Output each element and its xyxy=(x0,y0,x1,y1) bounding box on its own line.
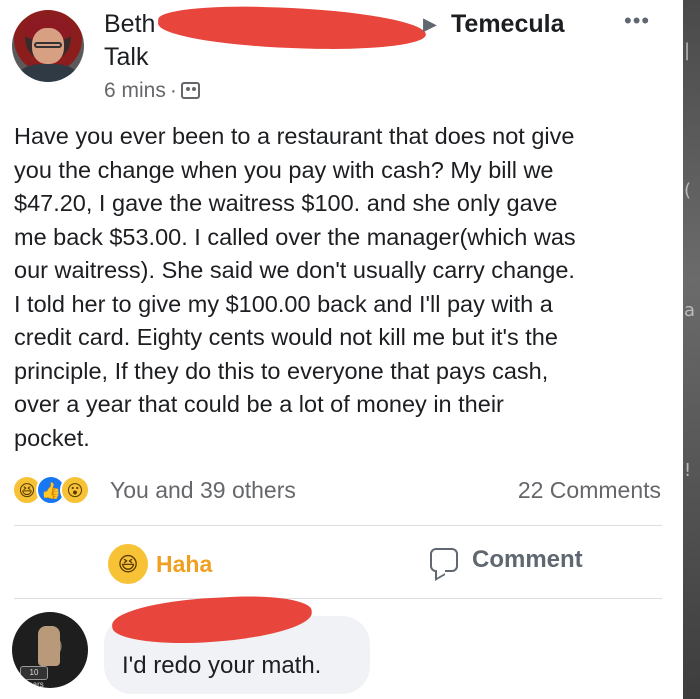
author-name-continued[interactable]: Talk xyxy=(104,43,148,72)
group-location-link[interactable]: Temecula xyxy=(451,10,564,39)
post-body-line: you the change when you pay with cash? M… xyxy=(14,156,554,183)
background-edge: | ( a ! xyxy=(683,0,700,699)
post-body-line: $47.20, I gave the waitress $100. and sh… xyxy=(14,190,558,216)
post-body-line: pocket. xyxy=(14,424,90,451)
commenter-avatar[interactable]: 10 years xyxy=(12,612,88,688)
post-body-line: our waitress). She said we don't usually… xyxy=(14,257,575,283)
comment-icon xyxy=(430,548,458,572)
haha-button-label: Haha xyxy=(156,550,213,577)
reaction-icons[interactable]: 😆 👍 😮 xyxy=(12,475,90,505)
post-body: Have you ever been to a restaurant that … xyxy=(14,120,674,455)
meta-separator: · xyxy=(169,79,177,102)
edge-glyph: | xyxy=(684,40,691,61)
avatar-hand xyxy=(38,626,60,666)
redaction-mark xyxy=(157,3,427,53)
post-timestamp[interactable]: 6 mins xyxy=(104,79,166,102)
post-body-line: Have you ever been to a restaurant that … xyxy=(14,123,575,149)
avatar-badge: 10 years xyxy=(20,666,48,688)
arrow-right-icon: ▶ xyxy=(423,14,437,34)
divider xyxy=(14,598,662,599)
avatar-shirt xyxy=(18,64,78,82)
haha-icon: 😆 xyxy=(108,544,148,584)
comment-text: I'd redo your math. xyxy=(122,652,322,679)
author-avatar[interactable] xyxy=(12,10,84,82)
edge-glyph: a xyxy=(684,300,696,321)
divider xyxy=(14,525,662,526)
post-body-line: credit card. Eighty cents would not kill… xyxy=(14,324,558,350)
post-body-line: I told her to give my $100.00 back and I… xyxy=(14,290,553,317)
author-name[interactable]: Beth xyxy=(104,10,155,39)
edge-glyph: ( xyxy=(684,180,692,201)
avatar-glasses xyxy=(34,42,62,48)
edge-glyph: ! xyxy=(684,460,692,481)
wow-icon: 😮 xyxy=(60,475,90,505)
group-icon xyxy=(180,82,200,99)
comment-button-label: Comment xyxy=(472,546,583,573)
post-body-line: principle, If they do this to everyone t… xyxy=(14,357,549,384)
post-meta: 6 mins · xyxy=(104,79,200,103)
reaction-summary[interactable]: You and 39 others xyxy=(110,477,296,504)
comments-count-link[interactable]: 22 Comments xyxy=(518,477,661,504)
more-horizontal-icon[interactable]: ••• xyxy=(624,8,650,34)
post-body-line: me back $53.00. I called over the manage… xyxy=(14,223,576,250)
haha-reaction-button[interactable]: 😆 Haha xyxy=(108,544,212,584)
post-body-line: over a year that could be a lot of money… xyxy=(14,391,504,417)
comment-button[interactable]: Comment xyxy=(430,546,583,574)
facebook-post: Beth Talk ▶ Temecula ••• 6 mins · Have yo… xyxy=(0,0,683,699)
